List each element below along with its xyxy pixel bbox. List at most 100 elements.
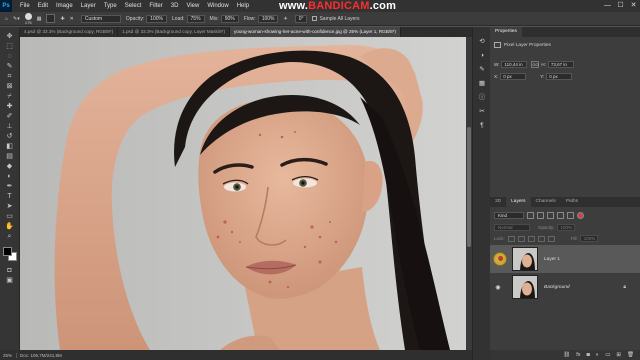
quick-select-icon[interactable]: ✎ (4, 63, 15, 71)
link-layers-icon[interactable]: ⛓ (563, 352, 570, 358)
eraser-icon[interactable]: ◧ (4, 143, 15, 151)
menu-filter[interactable]: Filter (145, 3, 166, 9)
rectangle-icon[interactable]: ▭ (4, 213, 15, 221)
stamp-icon[interactable]: ⊥ (4, 123, 15, 131)
filter-smart-object-icon[interactable] (567, 212, 574, 219)
brush-panel-icon[interactable]: ✎ (477, 65, 487, 74)
layer-opacity-field[interactable]: 100% (556, 224, 575, 231)
healing-icon[interactable]: ✚ (4, 103, 15, 111)
load-brush-icon[interactable]: ✚ (60, 16, 64, 22)
filter-pixel-icon[interactable] (527, 212, 534, 219)
color-swatches[interactable] (3, 247, 17, 261)
blend-mode-select[interactable]: Normal (494, 224, 530, 231)
lock-all-icon[interactable] (547, 235, 555, 242)
angle-field[interactable]: 0° (294, 14, 308, 23)
height-field[interactable]: 73,67 in (547, 61, 574, 68)
y-field[interactable]: 0 px (546, 73, 573, 80)
history-brush-icon[interactable]: ↺ (4, 133, 15, 141)
frame-icon[interactable]: ⊠ (4, 83, 15, 91)
menu-view[interactable]: View (182, 3, 203, 9)
menu-window[interactable]: Window (203, 3, 232, 9)
mode-select[interactable]: Custom (80, 14, 121, 23)
brush-icon[interactable]: ✐ (4, 113, 15, 121)
path-select-icon[interactable]: ➤ (4, 203, 15, 211)
load-field[interactable]: 75% (186, 14, 205, 23)
clean-brush-icon[interactable]: ✕ (70, 16, 74, 22)
lock-artboard-icon[interactable] (537, 235, 545, 242)
move-icon[interactable]: ✥ (4, 33, 15, 41)
layer-row-layer-1[interactable]: ◉ Layer 1 (490, 245, 640, 273)
filter-adjustment-icon[interactable] (537, 212, 544, 219)
menu-edit[interactable]: Edit (34, 3, 52, 9)
x-field[interactable]: 0 px (500, 73, 527, 80)
tab-3d[interactable]: 3D (490, 197, 506, 207)
crop-icon[interactable]: ⌗ (4, 73, 15, 81)
zoom-level[interactable]: 25% (3, 352, 18, 358)
lock-transparent-icon[interactable] (507, 235, 515, 242)
menu-image[interactable]: Image (52, 3, 77, 9)
new-layer-icon[interactable]: ⊞ (616, 352, 621, 358)
canvas-area[interactable] (20, 37, 472, 350)
menu-select[interactable]: Select (121, 3, 146, 9)
minimize-button[interactable]: — (601, 0, 614, 12)
tools-panel-icon[interactable]: ✂ (477, 107, 487, 116)
adjustments-panel-icon[interactable]: ◑ (477, 51, 487, 60)
maximize-button[interactable]: ☐ (614, 0, 627, 12)
quick-mask-icon[interactable]: ◘ (4, 267, 15, 275)
sample-all-checkbox[interactable] (312, 16, 318, 21)
screen-mode-icon[interactable]: ▣ (4, 277, 15, 285)
fill-field[interactable]: 100% (579, 235, 598, 242)
info-panel-icon[interactable]: ⓘ (477, 93, 487, 102)
tool-preset-icon[interactable]: ✎▾ (13, 16, 20, 22)
lock-position-icon[interactable] (527, 235, 535, 242)
pen-icon[interactable]: ✒ (4, 183, 15, 191)
menu-help[interactable]: Help (233, 3, 253, 9)
tab-layers[interactable]: Layers (506, 197, 531, 207)
lasso-icon[interactable]: ◌ (4, 53, 15, 61)
flow-field[interactable]: 100% (257, 14, 279, 23)
swatches-panel-icon[interactable]: ▦ (477, 79, 487, 88)
filter-shape-icon[interactable] (557, 212, 564, 219)
new-adjustment-icon[interactable]: ◐ (596, 352, 599, 358)
menu-layer[interactable]: Layer (77, 3, 100, 9)
fx-icon[interactable]: fx (576, 352, 580, 358)
foreground-color-swatch[interactable] (3, 247, 12, 256)
add-mask-icon[interactable]: ◙ (587, 352, 590, 358)
gradient-icon[interactable]: ▤ (4, 153, 15, 161)
home-icon[interactable]: ⌂ (5, 16, 8, 22)
zoom-icon[interactable]: ⌕ (4, 233, 15, 241)
scrollbar-thumb[interactable] (467, 127, 471, 247)
tab-paths[interactable]: Paths (561, 197, 583, 207)
layer-name[interactable]: Layer 1 (544, 257, 560, 262)
tab-properties[interactable]: Properties (490, 27, 522, 37)
link-dimensions-button[interactable]: GO (531, 61, 540, 68)
close-button[interactable]: ✕ (627, 0, 640, 12)
marquee-icon[interactable]: ⬚ (4, 43, 15, 51)
layer-name[interactable]: Background (544, 285, 570, 290)
filter-toggle-icon[interactable] (577, 212, 584, 219)
mix-field[interactable]: 90% (220, 14, 239, 23)
dodge-icon[interactable]: ◐ (4, 173, 15, 181)
layer-kind-filter[interactable]: Kind (494, 212, 524, 219)
menu-file[interactable]: File (16, 3, 34, 9)
tab-document-1[interactable]: 1.psd @ 33.3% (Background copy, Layer Ma… (118, 27, 230, 37)
delete-layer-icon[interactable]: 🗑︎ (627, 352, 634, 358)
layer-row-background[interactable]: ◉ Background 🔒︎ (490, 273, 640, 301)
hand-icon[interactable]: ✋ (4, 223, 15, 231)
width-field[interactable]: 110,44 in (501, 61, 528, 68)
airbrush-icon[interactable]: ✈ (283, 16, 287, 22)
layer-thumbnail[interactable] (512, 247, 538, 271)
brush-preset-picker[interactable]: 175 (24, 12, 32, 25)
eyedropper-icon[interactable]: ⌿ (4, 93, 15, 101)
lock-image-icon[interactable] (517, 235, 525, 242)
history-panel-icon[interactable]: ⟲ (477, 37, 487, 46)
blur-icon[interactable]: ◆ (4, 163, 15, 171)
type-icon[interactable]: T (4, 193, 15, 201)
brush-settings-icon[interactable]: ▦ (37, 16, 42, 22)
visibility-eye-icon[interactable]: ◉ (493, 284, 503, 291)
menu-3d[interactable]: 3D (167, 3, 183, 9)
wet-field[interactable]: 100% (146, 14, 168, 23)
new-group-icon[interactable]: ▭ (605, 352, 610, 358)
layer-thumbnail[interactable] (512, 275, 538, 299)
document-image[interactable] (20, 37, 472, 350)
